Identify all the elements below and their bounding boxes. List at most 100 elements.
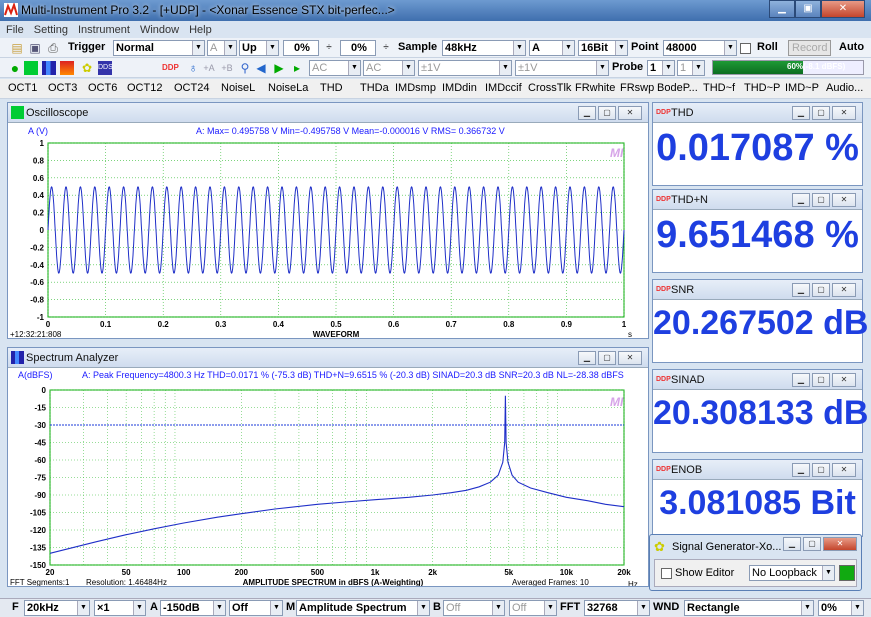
- maximize-button[interactable]: ▢: [812, 463, 830, 477]
- dds-icon[interactable]: DDS: [98, 61, 113, 75]
- display-mode-select[interactable]: Amplitude Spectrum ▼: [296, 600, 430, 616]
- preset-crosstlk[interactable]: CrossTlk: [528, 82, 571, 94]
- maximize-button[interactable]: ▢: [812, 373, 830, 387]
- trigger-edge-select[interactable]: Up ▼: [239, 40, 279, 56]
- ch-b-plus-icon[interactable]: +B: [220, 61, 234, 75]
- pretrigger-input[interactable]: 0%: [340, 40, 376, 56]
- run-indicator-icon[interactable]: ●: [8, 61, 22, 75]
- calibrate-icon[interactable]: ♁: [186, 61, 200, 75]
- preset-oct24[interactable]: OCT24: [174, 82, 209, 94]
- roll-checkbox[interactable]: [740, 43, 751, 54]
- probe-a-select[interactable]: 1 ▼: [647, 60, 675, 76]
- preset-imddin[interactable]: IMDdin: [442, 82, 477, 94]
- minimize-button[interactable]: ▁: [578, 351, 596, 365]
- record-button[interactable]: Record: [788, 40, 832, 56]
- restore-button[interactable]: ▣: [795, 0, 821, 18]
- trigger-mode-select[interactable]: Normal ▼: [113, 40, 205, 56]
- print-icon[interactable]: ⎙: [46, 41, 60, 55]
- preset-audio[interactable]: Audio...: [826, 82, 863, 94]
- menu-help[interactable]: Help: [189, 24, 212, 36]
- menu-instrument[interactable]: Instrument: [78, 24, 130, 36]
- menu-file[interactable]: File: [6, 24, 24, 36]
- ddp-icon[interactable]: DDP: [162, 61, 179, 75]
- close-button[interactable]: ✕: [618, 106, 642, 120]
- preset-oct1[interactable]: OCT1: [8, 82, 37, 94]
- preset-thd[interactable]: THD: [320, 82, 343, 94]
- preset-noisel[interactable]: NoiseL: [221, 82, 255, 94]
- amp-offset-select[interactable]: Off ▼: [229, 600, 283, 616]
- menu-window[interactable]: Window: [140, 24, 179, 36]
- maximize-button[interactable]: ▢: [812, 106, 830, 120]
- minimize-button[interactable]: ▁: [578, 106, 596, 120]
- maximize-button[interactable]: ▢: [598, 351, 616, 365]
- close-button[interactable]: ✕: [821, 0, 865, 18]
- generator-run-button[interactable]: [839, 565, 855, 581]
- window-function-select[interactable]: Rectangle ▼: [684, 600, 814, 616]
- preset-bodeplot[interactable]: BodeP...: [657, 82, 698, 94]
- speaker-icon[interactable]: ◀: [254, 61, 268, 75]
- maximize-button[interactable]: ▢: [812, 193, 830, 207]
- menu-setting[interactable]: Setting: [34, 24, 68, 36]
- play-loop-icon[interactable]: ▸: [290, 61, 304, 75]
- save-icon[interactable]: ▣: [28, 41, 42, 55]
- fft-size-select[interactable]: 32768 ▼: [584, 600, 650, 616]
- zoom-select[interactable]: ×1 ▼: [94, 600, 146, 616]
- trigger-level-input[interactable]: 0%: [283, 40, 319, 56]
- maximize-button[interactable]: ▢: [812, 283, 830, 297]
- trigger-channel-select[interactable]: A ▼: [207, 40, 237, 56]
- spectrum-plot[interactable]: 20 50 100 200 500 1k 2k 5k 10k 20k 0 -15 -30 -45 -60 -7…: [8, 380, 648, 586]
- preset-imd-p[interactable]: IMD~P: [785, 82, 819, 94]
- probe-icon[interactable]: ⚲: [238, 61, 252, 75]
- minimize-button[interactable]: ▁: [783, 537, 801, 551]
- preset-thd-f[interactable]: THD~f: [703, 82, 735, 94]
- minimize-button[interactable]: ▁: [792, 283, 810, 297]
- close-button[interactable]: ✕: [832, 373, 856, 387]
- preset-imdccif[interactable]: IMDccif: [485, 82, 522, 94]
- spin-updown-icon[interactable]: ÷: [379, 41, 393, 55]
- sample-rate-select[interactable]: 48kHz ▼: [442, 40, 526, 56]
- loopback-select[interactable]: No Loopback ▼: [749, 565, 835, 581]
- probe-b-select[interactable]: 1 ▼: [677, 60, 705, 76]
- preset-thda[interactable]: THDa: [360, 82, 389, 94]
- point-count-select[interactable]: 48000 ▼: [663, 40, 737, 56]
- auto-button[interactable]: Auto: [836, 40, 867, 56]
- preset-oct12[interactable]: OCT12: [127, 82, 162, 94]
- spectrum-3d-icon[interactable]: [60, 61, 74, 75]
- bit-depth-select[interactable]: 16Bit ▼: [578, 40, 628, 56]
- amp-range-select[interactable]: -150dB ▼: [160, 600, 226, 616]
- preset-imdsmp[interactable]: IMDsmp: [395, 82, 436, 94]
- input-channel-select[interactable]: A ▼: [529, 40, 575, 56]
- coupling-a-select[interactable]: AC ▼: [309, 60, 361, 76]
- overlap-select[interactable]: 0% ▼: [818, 600, 864, 616]
- close-button[interactable]: ✕: [832, 283, 856, 297]
- preset-oct3[interactable]: OCT3: [48, 82, 77, 94]
- close-button[interactable]: ✕: [832, 463, 856, 477]
- play-icon[interactable]: ▶: [272, 61, 286, 75]
- maximize-button[interactable]: ▢: [803, 537, 821, 551]
- preset-thd-p[interactable]: THD~P: [744, 82, 780, 94]
- coupling-b-select[interactable]: AC ▼: [363, 60, 415, 76]
- ch-a-plus-icon[interactable]: +A: [202, 61, 216, 75]
- minimize-button[interactable]: ▁: [792, 373, 810, 387]
- spin-updown-icon[interactable]: ÷: [322, 41, 336, 55]
- maximize-button[interactable]: ▢: [598, 106, 616, 120]
- range-b-select[interactable]: ±1V ▼: [515, 60, 609, 76]
- minimize-button[interactable]: ▁: [792, 193, 810, 207]
- preset-frswp[interactable]: FRswp: [620, 82, 654, 94]
- oscilloscope-plot[interactable]: 0 0.1 0.2 0.3 0.4 0.5 0.6 0.7 0.8 0.9 1 1 0.8 0.6 0.4 0…: [8, 135, 648, 338]
- freq-range-select[interactable]: 20kHz ▼: [24, 600, 90, 616]
- range-a-select[interactable]: ±1V ▼: [418, 60, 512, 76]
- minimize-button[interactable]: ▁: [769, 0, 795, 18]
- preset-oct6[interactable]: OCT6: [88, 82, 117, 94]
- show-editor-checkbox[interactable]: [661, 568, 672, 579]
- close-button[interactable]: ✕: [832, 106, 856, 120]
- close-button[interactable]: ✕: [823, 537, 857, 551]
- minimize-button[interactable]: ▁: [792, 106, 810, 120]
- open-folder-icon[interactable]: ▤: [10, 41, 24, 55]
- b-channel-select[interactable]: Off ▼: [443, 600, 505, 616]
- oscilloscope-icon[interactable]: [24, 61, 38, 75]
- spectrum-analyzer-icon[interactable]: [42, 61, 56, 75]
- preset-noisela[interactable]: NoiseLa: [268, 82, 308, 94]
- preset-frwhite[interactable]: FRwhite: [575, 82, 615, 94]
- close-button[interactable]: ✕: [832, 193, 856, 207]
